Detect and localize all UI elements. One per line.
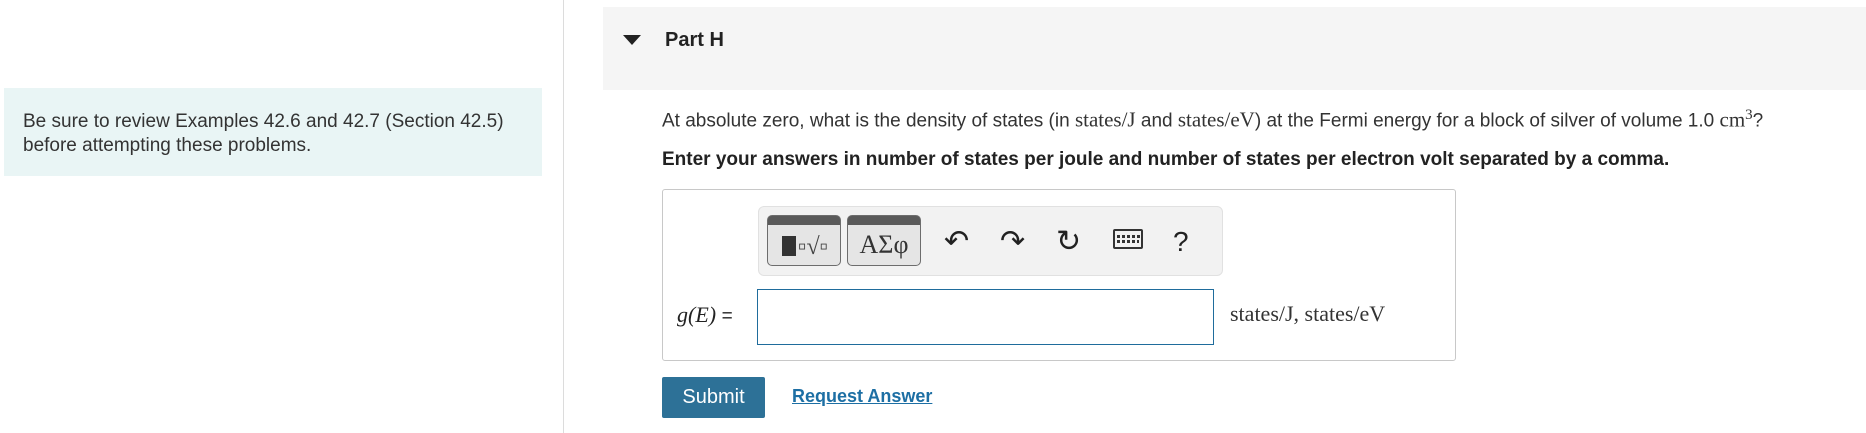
part-header[interactable]: Part H — [603, 7, 1866, 90]
part-title: Part H — [665, 29, 724, 51]
greek-symbols-label: ΑΣφ — [859, 230, 909, 259]
templates-button[interactable]: ▫√▫ — [767, 215, 841, 266]
answer-input[interactable] — [757, 289, 1214, 345]
unit-states-per-ev: states/eV — [1177, 107, 1255, 132]
keyboard-icon[interactable] — [1113, 229, 1143, 249]
request-answer-link[interactable]: Request Answer — [792, 386, 932, 407]
volume-exponent: 3 — [1745, 107, 1753, 123]
volume-unit: cm — [1719, 107, 1746, 132]
question-text-d: ? — [1752, 110, 1764, 132]
math-toolbar: ▫√▫ ΑΣφ ↶ ↷ ↻ ? — [758, 206, 1223, 276]
help-button[interactable]: ? — [1173, 227, 1189, 257]
review-note-line2: before attempting these problems. — [23, 135, 312, 156]
answer-variable: g(E) — [677, 302, 717, 327]
equals-sign: = — [721, 306, 733, 327]
panel-divider — [563, 0, 564, 433]
submit-button[interactable]: Submit — [662, 377, 765, 418]
unit-states-per-joule: states/J — [1074, 107, 1136, 132]
undo-icon[interactable]: ↶ — [944, 227, 969, 257]
answer-box: ▫√▫ ΑΣφ ↶ ↷ ↻ ? g(E) = states/J, states/… — [662, 189, 1456, 361]
question-text-c: ) at the Fermi energy for a block of sil… — [1254, 110, 1720, 132]
question-text-b: and — [1135, 110, 1178, 132]
review-note: Be sure to review Examples 42.6 and 42.7… — [4, 88, 542, 176]
instruction-text: Enter your answers in number of states p… — [662, 149, 1670, 170]
answer-units: states/J, states/eV — [1230, 301, 1386, 326]
collapse-caret-icon[interactable] — [623, 35, 641, 45]
question-text-a: At absolute zero, what is the density of… — [662, 110, 1075, 132]
reset-icon[interactable]: ↻ — [1056, 227, 1081, 257]
templates-icon: ▫√▫ — [782, 234, 828, 261]
question-text: At absolute zero, what is the density of… — [662, 107, 1763, 132]
greek-symbols-button[interactable]: ΑΣφ — [847, 215, 921, 266]
redo-icon[interactable]: ↷ — [1000, 227, 1025, 257]
review-note-line1: Be sure to review Examples 42.6 and 42.7… — [23, 111, 504, 132]
answer-label: g(E) = — [677, 302, 733, 328]
